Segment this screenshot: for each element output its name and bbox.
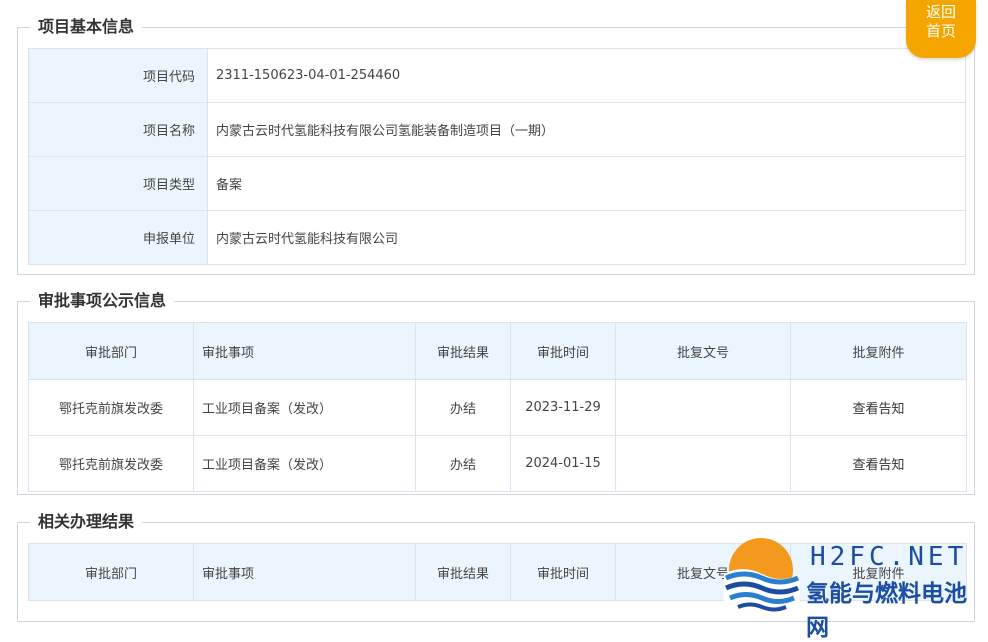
watermark-name: 氢能与燃料电池网 [806, 581, 967, 641]
table-header-row: 审批部门 审批事项 审批结果 审批时间 批复文号 批复附件 [28, 322, 967, 380]
value-project-name: 内蒙古云时代氢能科技有限公司氢能装备制造项目（一期） [207, 102, 966, 157]
col-header-doc-no: 批复文号 [615, 322, 791, 380]
cell-time: 2023-11-29 [510, 379, 616, 436]
cell-item: 工业项目备案（发改） [193, 435, 416, 492]
label-project-code: 项目代码 [28, 48, 208, 103]
view-notice-link[interactable]: 查看告知 [852, 402, 904, 417]
cell-time: 2024-01-15 [510, 435, 616, 492]
section-title: 相关办理结果 [30, 512, 143, 532]
back-home-label-1: 返回 [925, 3, 956, 21]
col-header-result: 审批结果 [415, 322, 511, 380]
section-title: 审批事项公示信息 [30, 291, 175, 311]
col-header-dept: 审批部门 [28, 322, 194, 380]
cell-dept: 鄂托克前旗发改委 [28, 435, 194, 492]
back-home-button[interactable]: 返回 首页 [906, 0, 976, 58]
table-row: 项目名称 内蒙古云时代氢能科技有限公司氢能装备制造项目（一期） [28, 102, 966, 157]
approval-table: 审批部门 审批事项 审批结果 审批时间 批复文号 批复附件 鄂托克前旗发改委 工… [28, 322, 967, 492]
col-header-item: 审批事项 [193, 543, 416, 601]
watermark-site: H2FC.NET [810, 542, 968, 572]
basic-info-section: 项目基本信息 项目代码 2311-150623-04-01-254460 项目名… [17, 17, 975, 275]
label-applicant: 申报单位 [28, 210, 208, 265]
h2fc-logo-icon [724, 538, 800, 613]
value-applicant: 内蒙古云时代氢能科技有限公司 [207, 210, 966, 265]
table-row: 鄂托克前旗发改委 工业项目备案（发改） 办结 2024-01-15 查看告知 [28, 435, 967, 492]
view-notice-link[interactable]: 查看告知 [852, 458, 904, 473]
col-header-time: 审批时间 [510, 543, 616, 601]
cell-dept: 鄂托克前旗发改委 [28, 379, 194, 436]
label-project-type: 项目类型 [28, 156, 208, 211]
h2fc-watermark: H2FC.NET 氢能与燃料电池网 [718, 534, 988, 641]
cell-doc-no [615, 435, 791, 492]
table-row: 申报单位 内蒙古云时代氢能科技有限公司 [28, 210, 966, 265]
table-row: 项目代码 2311-150623-04-01-254460 [28, 48, 966, 103]
label-project-name: 项目名称 [28, 102, 208, 157]
table-row: 项目类型 备案 [28, 156, 966, 211]
col-header-item: 审批事项 [193, 322, 416, 380]
col-header-time: 审批时间 [510, 322, 616, 380]
value-project-type: 备案 [207, 156, 966, 211]
cell-attachment: 查看告知 [790, 435, 967, 492]
approval-section: 审批事项公示信息 审批部门 审批事项 审批结果 审批时间 批复文号 批复附件 鄂… [17, 291, 975, 495]
cell-attachment: 查看告知 [790, 379, 967, 436]
cell-result: 办结 [415, 379, 511, 436]
cell-result: 办结 [415, 435, 511, 492]
cell-item: 工业项目备案（发改） [193, 379, 416, 436]
col-header-dept: 审批部门 [28, 543, 194, 601]
col-header-attachment: 批复附件 [790, 322, 967, 380]
cell-doc-no [615, 379, 791, 436]
col-header-result: 审批结果 [415, 543, 511, 601]
table-row: 鄂托克前旗发改委 工业项目备案（发改） 办结 2023-11-29 查看告知 [28, 379, 967, 436]
value-project-code: 2311-150623-04-01-254460 [207, 48, 966, 103]
back-home-label-2: 首页 [925, 22, 956, 40]
basic-info-table: 项目代码 2311-150623-04-01-254460 项目名称 内蒙古云时… [28, 48, 966, 265]
section-title: 项目基本信息 [30, 17, 143, 37]
